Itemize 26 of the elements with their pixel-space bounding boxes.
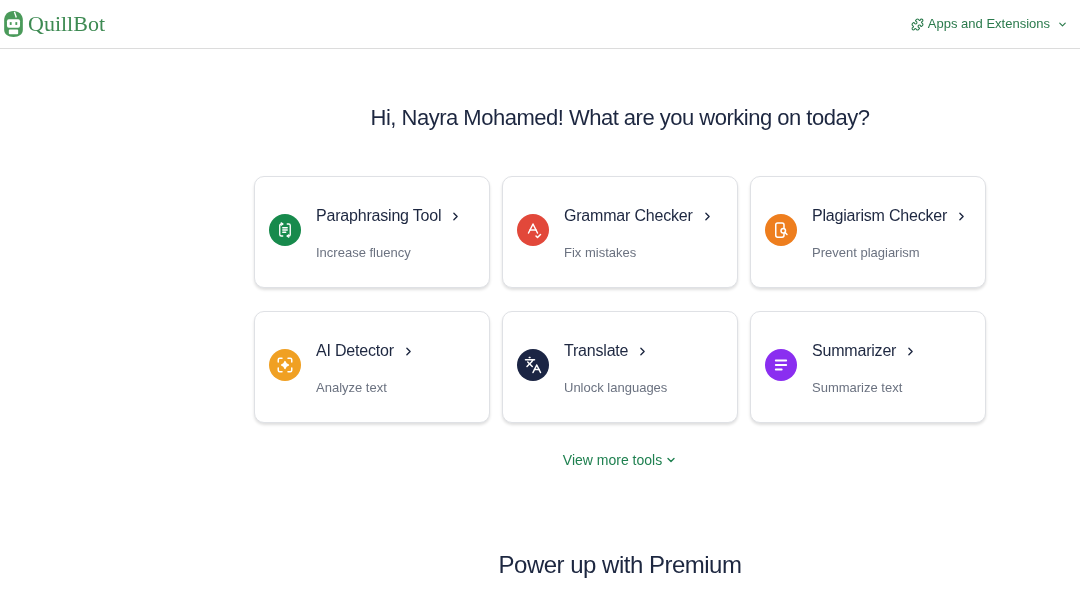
- tool-card[interactable]: Summarizer Summarize text: [750, 311, 986, 423]
- quillbot-logo[interactable]: QuillBot: [3, 10, 105, 38]
- tool-title: Grammar Checker: [564, 206, 693, 226]
- tool-description: Unlock languages: [564, 379, 668, 397]
- tool-description: Analyze text: [316, 379, 388, 397]
- tool-description: Summarize text: [812, 379, 904, 397]
- premium-heading: Power up with Premium: [498, 550, 742, 580]
- tool-title: Plagiarism Checker: [812, 206, 948, 226]
- tool-title: Paraphrasing Tool: [316, 206, 442, 226]
- tool-title: AI Detector: [316, 341, 394, 361]
- logo-text: QuillBot: [28, 13, 105, 35]
- greeting-heading: Hi, Nayra Mohamed! What are you working on today?: [370, 104, 870, 132]
- tool-description: Increase fluency: [316, 244, 412, 262]
- tool-title: Summarizer: [812, 341, 897, 361]
- tool-title: Translate: [564, 341, 629, 361]
- view-more-tools-button[interactable]: View more tools: [562, 450, 678, 470]
- tool-card[interactable]: Plagiarism Checker Prevent plagiarism: [750, 176, 986, 288]
- tool-card[interactable]: Grammar Checker Fix mistakes: [502, 176, 738, 288]
- tool-card[interactable]: Translate Unlock languages: [502, 311, 738, 423]
- tool-description: Prevent plagiarism: [812, 244, 921, 262]
- tool-card[interactable]: Paraphrasing Tool Increase fluency: [254, 176, 490, 288]
- robot-logo-icon: [3, 10, 24, 38]
- puzzle-icon: [910, 17, 924, 31]
- tool-description: Fix mistakes: [564, 244, 638, 262]
- apps-extensions-menu[interactable]: Apps and Extensions: [910, 14, 1068, 34]
- tool-card[interactable]: AI Detector Analyze text: [254, 311, 490, 423]
